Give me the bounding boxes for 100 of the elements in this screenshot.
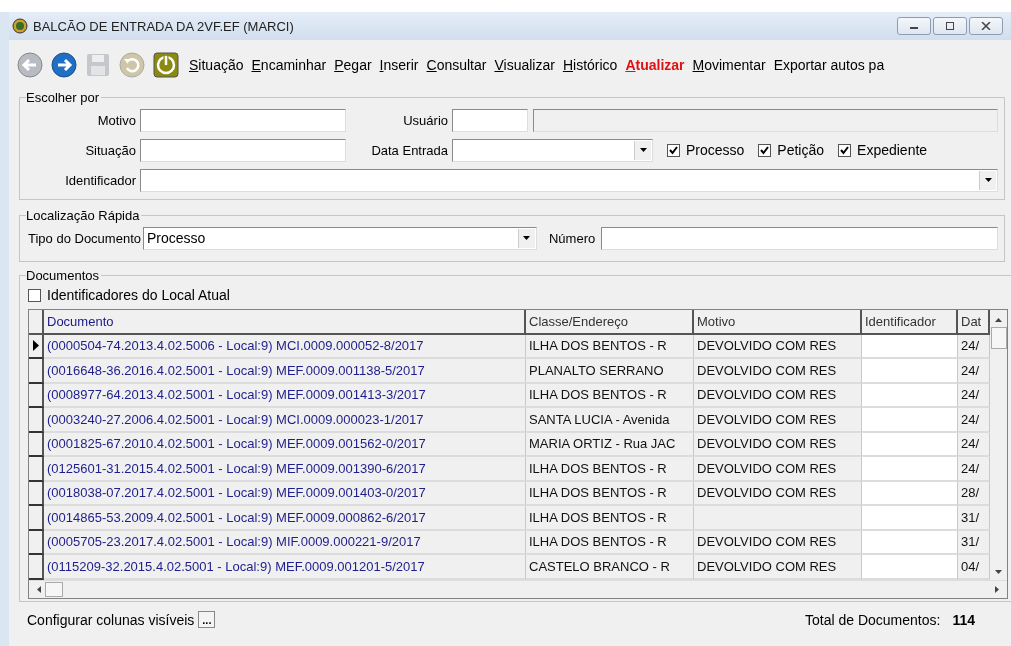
dropdown-arrow-icon xyxy=(984,178,992,182)
table-cell: (0018038-07.2017.4.02.5001 - Local:9) MEF.0009.001403-0/2017 xyxy=(44,481,526,506)
row-header[interactable] xyxy=(29,432,44,457)
table-cell: ILHA DOS BENTOS - R xyxy=(526,383,694,408)
toolbar-link[interactable]: Exportar autos pa xyxy=(773,57,885,73)
toolbar-link[interactable]: Histórico xyxy=(562,57,618,73)
field-label: Identificador xyxy=(64,172,136,188)
table-cell: ILHA DOS BENTOS - R xyxy=(526,506,694,531)
input-field[interactable] xyxy=(452,108,528,132)
dropdown[interactable]: Processo xyxy=(143,226,537,250)
table-cell: 24/ xyxy=(958,334,990,359)
toolbar-link[interactable]: Pegar xyxy=(334,57,372,73)
table-cell: (0000504-74.2013.4.02.5006 - Local:9) MCI.0009.000052-8/2017 xyxy=(44,334,526,359)
checkbox[interactable]: Identificadores do Local Atual xyxy=(28,283,230,307)
field-label: Tipo do Documento xyxy=(28,230,141,246)
row-header[interactable] xyxy=(29,506,44,531)
dropdown[interactable] xyxy=(140,168,998,192)
input-field[interactable] xyxy=(140,108,346,132)
configure-columns-label: Configurar colunas visíveis xyxy=(27,611,195,628)
input-field[interactable] xyxy=(601,226,998,250)
field-label: Data Entrada xyxy=(370,142,448,158)
scroll-right-icon[interactable] xyxy=(995,585,999,593)
group-title: Escolher por xyxy=(26,90,100,105)
toolbar-link[interactable]: Consultar xyxy=(426,57,487,73)
table-cell: 24/ xyxy=(958,383,990,408)
minimize-button[interactable] xyxy=(897,17,931,35)
power-icon[interactable] xyxy=(153,52,179,78)
table-cell: (0125601-31.2015.4.02.5001 - Local:9) MEF.0009.001390-6/2017 xyxy=(44,457,526,482)
table-cell: (0016648-36.2016.4.02.5001 - Local:9) MEF.0009.001138-5/2017 xyxy=(44,359,526,384)
checkbox[interactable]: Processo xyxy=(667,142,745,158)
toolbar-link[interactable]: Inserir xyxy=(379,57,419,73)
row-header[interactable] xyxy=(29,408,44,433)
row-header[interactable] xyxy=(29,383,44,408)
table-cell: (0001825-67.2010.4.02.5001 - Local:9) MEF.0009.001562-0/2017 xyxy=(44,432,526,457)
column-header[interactable]: Documento xyxy=(44,310,526,335)
group-title: Documentos xyxy=(26,268,100,283)
toolbar-link[interactable]: Movimentar xyxy=(692,57,766,73)
forward-icon[interactable] xyxy=(51,52,77,78)
dropdown[interactable] xyxy=(452,138,653,162)
close-icon xyxy=(981,22,991,30)
table-cell: ILHA DOS BENTOS - R xyxy=(526,457,694,482)
table-cell: (0003240-27.2006.4.02.5001 - Local:9) MCI.0009.000023-1/2017 xyxy=(44,408,526,433)
scroll-thumb[interactable] xyxy=(45,581,63,597)
toolbar-link[interactable]: Visualizar xyxy=(494,57,555,73)
toolbar-link[interactable]: Atualizar xyxy=(625,57,685,73)
table-cell: ILHA DOS BENTOS - R xyxy=(526,530,694,555)
table-cell: 24/ xyxy=(958,457,990,482)
dropdown-arrow-icon xyxy=(523,236,531,240)
horizontal-scrollbar[interactable] xyxy=(29,579,1007,598)
header-corner xyxy=(29,310,44,335)
field-label: Número xyxy=(549,230,596,246)
row-header[interactable] xyxy=(29,481,44,506)
table-cell: (0005705-23.2017.4.02.5001 - Local:9) MIF.0009.000221-9/2017 xyxy=(44,530,526,555)
table-cell: CASTELO BRANCO - R xyxy=(526,555,694,580)
scroll-up-icon[interactable] xyxy=(995,318,1002,322)
scroll-thumb[interactable] xyxy=(990,327,1007,349)
column-header[interactable]: Motivo xyxy=(694,310,862,335)
row-header[interactable] xyxy=(29,530,44,555)
checkbox[interactable]: Expediente xyxy=(838,142,928,158)
table-cell: 24/ xyxy=(958,359,990,384)
configure-columns-button[interactable]: ... xyxy=(198,611,216,628)
table-cell: PLANALTO SERRANO xyxy=(526,359,694,384)
close-button[interactable] xyxy=(969,17,1003,35)
field-label: Usuário xyxy=(402,112,448,128)
row-header[interactable] xyxy=(29,457,44,482)
field-label: Situação xyxy=(84,142,136,158)
emblem-icon xyxy=(12,18,28,34)
row-header[interactable] xyxy=(29,555,44,580)
column-header[interactable]: Classe/Endereço xyxy=(526,310,694,335)
group-title: Localização Rápida xyxy=(26,208,141,223)
dropdown-arrow-icon xyxy=(639,148,647,152)
total-label: Total de Documentos: xyxy=(805,611,941,628)
scroll-left-icon[interactable] xyxy=(37,585,41,593)
scroll-down-icon[interactable] xyxy=(995,569,1002,574)
table-cell: 24/ xyxy=(958,432,990,457)
maximize-button[interactable] xyxy=(933,17,967,35)
table-cell: 28/ xyxy=(958,481,990,506)
current-row-icon xyxy=(32,340,39,352)
maximize-icon xyxy=(945,22,955,30)
checkmark-icon xyxy=(760,145,770,155)
checkbox[interactable]: Petição xyxy=(758,142,825,158)
table-cell: (0014865-53.2009.4.02.5001 - Local:9) MEF.0009.000862-6/2017 xyxy=(44,506,526,531)
checkmark-icon xyxy=(669,145,678,155)
window-title: BALCÃO DE ENTRADA DA 2VF.EF (MARCI) xyxy=(33,18,294,34)
toolbar-link[interactable]: Situação xyxy=(189,57,244,73)
row-header[interactable] xyxy=(29,359,44,384)
table-cell: 31/ xyxy=(958,530,990,555)
table-cell: 31/ xyxy=(958,506,990,531)
table-cell: MARIA ORTIZ - Rua JAC xyxy=(526,432,694,457)
table-cell: ILHA DOS BENTOS - R xyxy=(526,481,694,506)
row-header[interactable] xyxy=(29,334,44,359)
input-field[interactable] xyxy=(140,138,346,162)
table-cell: SANTA LUCIA - Avenida xyxy=(526,408,694,433)
toolbar-link[interactable]: Encaminhar xyxy=(251,57,327,73)
checkmark-icon xyxy=(840,145,850,155)
table-cell: (0115209-32.2015.4.02.5001 - Local:9) MEF.0009.001201-5/2017 xyxy=(44,555,526,580)
table-cell: (0008977-64.2013.4.02.5001 - Local:9) MEF.0009.001413-3/2017 xyxy=(44,383,526,408)
table-cell: 04/ xyxy=(958,555,990,580)
table-cell: ILHA DOS BENTOS - R xyxy=(526,334,694,359)
table-cell: 24/ xyxy=(958,408,990,433)
